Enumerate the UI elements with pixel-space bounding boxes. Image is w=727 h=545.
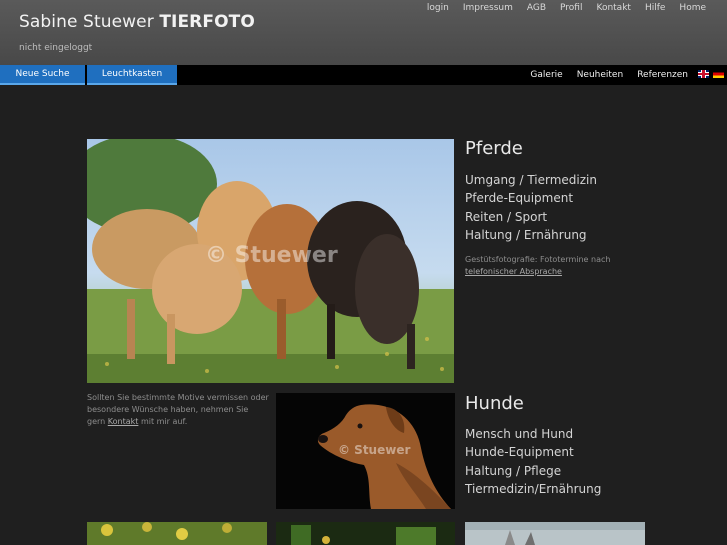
bottom-photo-1[interactable] — [87, 522, 267, 545]
bottom-image-2 — [276, 522, 455, 545]
pferde-link-umgang[interactable]: Umgang / Tiermedizin — [465, 171, 597, 189]
language-switcher — [698, 70, 724, 78]
hunde-link-list: Mensch und Hund Hunde-Equipment Haltung … — [465, 425, 601, 498]
bottom-image-1 — [87, 522, 267, 545]
stud-note-text: Gestütsfotografie: Fototermine nach — [465, 255, 611, 264]
phone-arrangement-link[interactable]: telefonischer Absprache — [465, 267, 562, 276]
nav-hilfe[interactable]: Hilfe — [638, 3, 672, 13]
bottom-image-3 — [465, 522, 645, 545]
pferde-link-equipment[interactable]: Pferde-Equipment — [465, 189, 597, 207]
dog-photo-watermark: © Stuewer — [338, 443, 411, 457]
hunde-link-equipment[interactable]: Hunde-Equipment — [465, 443, 601, 461]
de-flag-icon[interactable] — [713, 70, 724, 78]
horses-photo[interactable]: © Stuewer — [87, 139, 454, 383]
menu-bar: Neue Suche Leuchtkasten Galerie Neuheite… — [0, 65, 727, 85]
top-navigation: login Impressum AGB Profil Kontakt Hilfe… — [420, 3, 713, 13]
lightbox-button[interactable]: Leuchtkasten — [87, 65, 177, 85]
contact-link[interactable]: Kontakt — [108, 417, 139, 426]
hunde-link-haltung[interactable]: Haltung / Pflege — [465, 462, 601, 480]
category-title-hunde[interactable]: Hunde — [465, 393, 524, 414]
stud-photography-note: Gestütsfotografie: Fototermine nach tele… — [465, 254, 655, 278]
new-search-button[interactable]: Neue Suche — [0, 65, 85, 85]
contact-note: Sollten Sie bestimmte Motive vermissen o… — [87, 392, 269, 428]
pferde-link-list: Umgang / Tiermedizin Pferde-Equipment Re… — [465, 171, 597, 244]
nav-referenzen[interactable]: Referenzen — [630, 70, 695, 80]
bottom-photo-2[interactable] — [276, 522, 455, 545]
uk-flag-icon[interactable] — [698, 70, 709, 78]
nav-profil[interactable]: Profil — [553, 3, 589, 13]
hunde-link-mensch[interactable]: Mensch und Hund — [465, 425, 601, 443]
nav-home[interactable]: Home — [672, 3, 713, 13]
nav-galerie[interactable]: Galerie — [523, 70, 569, 80]
contact-note-suffix: mit mir auf. — [140, 417, 188, 426]
dog-photo[interactable]: © Stuewer — [276, 393, 455, 509]
pferde-link-haltung[interactable]: Haltung / Ernährung — [465, 226, 597, 244]
main-navigation: Galerie Neuheiten Referenzen — [523, 65, 695, 85]
site-header: Sabine Stuewer TIERFOTO nicht eingeloggt… — [0, 0, 727, 66]
nav-agb[interactable]: AGB — [520, 3, 553, 13]
brand-name: Sabine Stuewer — [19, 12, 154, 32]
pferde-link-reiten[interactable]: Reiten / Sport — [465, 208, 597, 226]
site-logo[interactable]: Sabine Stuewer TIERFOTO — [19, 12, 255, 32]
nav-login[interactable]: login — [420, 3, 456, 13]
bottom-photo-3[interactable] — [465, 522, 645, 545]
nav-kontakt[interactable]: Kontakt — [589, 3, 637, 13]
category-title-pferde[interactable]: Pferde — [465, 138, 523, 159]
login-status: nicht eingeloggt — [19, 43, 93, 53]
brand-strong: TIERFOTO — [159, 12, 255, 32]
hunde-link-tiermedizin[interactable]: Tiermedizin/Ernährung — [465, 480, 601, 498]
photo-watermark: © Stuewer — [205, 243, 338, 268]
nav-impressum[interactable]: Impressum — [456, 3, 520, 13]
nav-neuheiten[interactable]: Neuheiten — [570, 70, 631, 80]
